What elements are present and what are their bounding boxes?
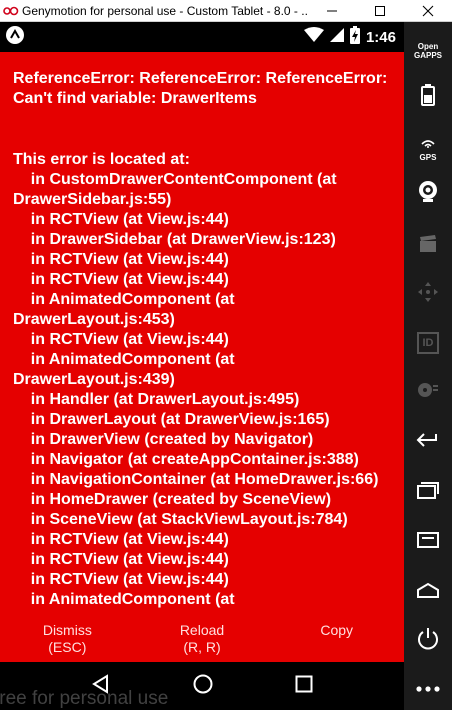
minimize-button[interactable] bbox=[308, 0, 356, 22]
menu-icon bbox=[417, 531, 439, 553]
clapperboard-icon bbox=[418, 234, 438, 259]
stack-frame-line: in CustomDrawerContentComponent (at bbox=[13, 171, 337, 188]
gps-label: GPS bbox=[419, 152, 437, 162]
stack-frame-line: DrawerSidebar.js:55) bbox=[13, 191, 172, 208]
gps-signal-icon bbox=[420, 135, 436, 153]
stack-frames: in CustomDrawerContentComponent (at Drawe… bbox=[13, 170, 398, 610]
more-dots-icon bbox=[416, 679, 440, 697]
stack-frame-line: DrawerLayout.js:439) bbox=[13, 371, 175, 388]
copy-label: Copy bbox=[320, 622, 354, 638]
disk-io-button[interactable] bbox=[404, 380, 452, 404]
stack-frame-line: in AnimatedComponent (at bbox=[13, 291, 235, 308]
home-icon bbox=[416, 582, 440, 603]
stack-frame-line: in DrawerLayout (at DrawerView.js:165) bbox=[13, 411, 330, 428]
stack-frame-line: DrawerLayout.js:453) bbox=[13, 311, 175, 328]
open-gapps-button[interactable]: Open GAPPS bbox=[404, 38, 452, 64]
notification-app-icon bbox=[5, 25, 25, 50]
stack-frame-line: in SceneView (at StackViewLayout.js:784) bbox=[13, 511, 348, 528]
open-gapps-label-1: Open bbox=[417, 42, 439, 51]
recents-nav-icon[interactable] bbox=[295, 675, 313, 698]
stack-frame-line: in RCTView (at View.js:44) bbox=[13, 551, 229, 568]
error-stack: This error is located at: in CustomDrawe… bbox=[13, 150, 398, 610]
wifi-icon bbox=[303, 26, 324, 48]
stack-frame-line: in RCTView (at View.js:44) bbox=[13, 331, 229, 348]
close-button[interactable] bbox=[404, 0, 452, 22]
disk-io-icon bbox=[417, 381, 439, 404]
maximize-button[interactable] bbox=[356, 0, 404, 22]
battery-button[interactable] bbox=[404, 83, 452, 111]
power-icon bbox=[415, 626, 441, 657]
stack-frame-line: in Handler (at DrawerLayout.js:495) bbox=[13, 391, 300, 408]
stack-frame-line: in NavigationContainer (at HomeDrawer.js… bbox=[13, 471, 379, 488]
reload-button[interactable]: Reload (R, R) bbox=[135, 620, 270, 662]
stack-frame-line: in HomeDrawer (created by SceneView) bbox=[13, 491, 332, 508]
stack-frame-line: in RCTView (at View.js:44) bbox=[13, 211, 229, 228]
gps-button[interactable]: GPS bbox=[404, 134, 452, 162]
back-arrow-icon bbox=[416, 431, 440, 454]
reload-label: Reload bbox=[179, 622, 225, 638]
id-card-icon: ID bbox=[417, 332, 439, 354]
device-id-button[interactable]: ID bbox=[404, 330, 452, 356]
stack-frame-line: in AnimatedComponent (at bbox=[13, 591, 235, 608]
stack-frame-line: in AnimatedComponent (at bbox=[13, 351, 235, 368]
error-message: ReferenceError: ReferenceError: Referenc… bbox=[13, 70, 388, 107]
status-clock: 1:46 bbox=[365, 28, 396, 46]
stack-frame-line: in RCTView (at View.js:44) bbox=[13, 571, 229, 588]
personal-use-watermark: free for personal use bbox=[0, 688, 169, 709]
dpad-arrows-icon bbox=[417, 281, 439, 308]
dismiss-button[interactable]: Dismiss (ESC) bbox=[0, 620, 135, 662]
redbox-button-row: Dismiss (ESC) Reload (R, R) Copy bbox=[0, 620, 404, 662]
screencast-button[interactable] bbox=[404, 234, 452, 258]
redbox-error-screen: ReferenceError: ReferenceError: Referenc… bbox=[0, 52, 404, 662]
window-titlebar: Genymotion for personal use - Custom Tab… bbox=[0, 0, 452, 22]
stack-frame-line: in RCTView (at View.js:44) bbox=[13, 271, 229, 288]
dpad-button[interactable] bbox=[404, 281, 452, 308]
battery-charging-icon bbox=[349, 25, 360, 49]
stack-frame-line: in DrawerView (created by Navigator) bbox=[13, 431, 314, 448]
battery-icon bbox=[421, 83, 435, 111]
id-label: ID bbox=[422, 337, 434, 349]
stack-frame-line: in RCTView (at View.js:44) bbox=[13, 251, 229, 268]
dismiss-hint: (ESC) bbox=[48, 639, 87, 655]
home-button[interactable] bbox=[404, 580, 452, 604]
home-nav-icon[interactable] bbox=[192, 673, 214, 700]
android-status-bar: 1:46 bbox=[0, 22, 404, 52]
genymotion-logo-icon bbox=[0, 0, 22, 22]
power-button[interactable] bbox=[404, 626, 452, 656]
reload-hint: (R, R) bbox=[183, 639, 221, 655]
genymotion-side-panel: Open GAPPS GPS ID bbox=[404, 22, 452, 710]
recent-apps-icon bbox=[417, 481, 439, 504]
window-title: Genymotion for personal use - Custom Tab… bbox=[22, 3, 308, 18]
stack-header: This error is located at: bbox=[13, 151, 190, 168]
dismiss-label: Dismiss bbox=[42, 622, 92, 638]
stack-frame-line: in RCTView (at View.js:44) bbox=[13, 531, 229, 548]
cell-signal-icon bbox=[329, 27, 344, 48]
webcam-button[interactable] bbox=[404, 180, 452, 208]
open-gapps-label-2: GAPPS bbox=[413, 51, 442, 60]
back-button[interactable] bbox=[404, 430, 452, 454]
more-options-button[interactable] bbox=[404, 678, 452, 698]
menu-button[interactable] bbox=[404, 531, 452, 553]
stack-frame-line: in Navigator (at createAppContainer.js:3… bbox=[13, 451, 359, 468]
webcam-icon bbox=[417, 180, 439, 209]
recent-apps-button[interactable] bbox=[404, 480, 452, 504]
copy-button[interactable]: Copy bbox=[269, 620, 404, 662]
stack-frame-line: in DrawerSidebar (at DrawerView.js:123) bbox=[13, 231, 336, 248]
